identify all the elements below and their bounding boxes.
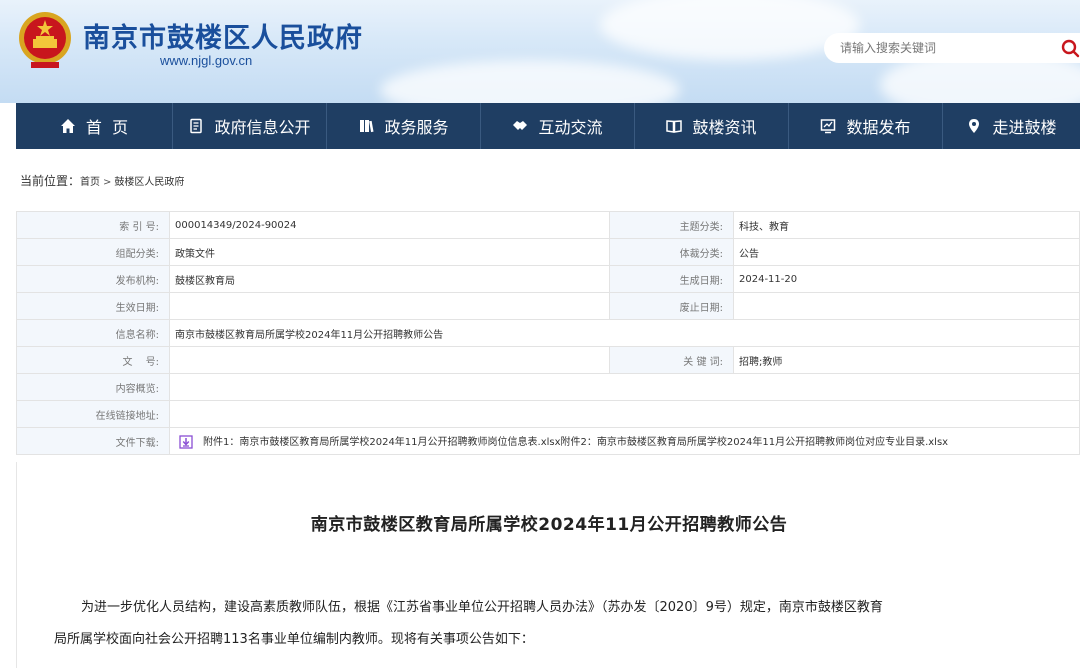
- article-paragraph-line: 为进一步优化人员结构，建设高素质教师队伍，根据《江苏省事业单位公开招聘人员办法》…: [81, 600, 883, 615]
- table-row: 在线链接地址:: [16, 400, 1080, 428]
- meta-label: 索 引 号:: [16, 211, 170, 239]
- location-pin-icon: [969, 119, 980, 133]
- breadcrumb: 当前位置：首页 > 鼓楼区人民政府: [20, 172, 184, 189]
- attachment-download-link[interactable]: 附件1：南京市鼓楼区教育局所属学校2024年11月公开招聘教师岗位信息表.xls…: [203, 437, 948, 448]
- table-row: 发布机构: 鼓楼区教育局 生成日期: 2024-11-20: [16, 265, 1080, 293]
- meta-label: 主题分类:: [609, 211, 734, 239]
- meta-online-link: [169, 400, 1080, 428]
- nav-item-label: 政府信息公开: [214, 118, 311, 137]
- nav-item-interaction[interactable]: 互动交流: [481, 103, 635, 149]
- meta-info-name: 南京市鼓楼区教育局所属学校2024年11月公开招聘教师公告: [169, 319, 1080, 347]
- chart-monitor-icon: [821, 119, 836, 134]
- nav-item-label: 政务服务: [384, 118, 449, 137]
- breadcrumb-label: 当前位置：: [20, 174, 81, 188]
- nav-item-about[interactable]: 走进鼓楼: [943, 103, 1080, 149]
- nav-item-label: 首 页: [85, 118, 129, 137]
- nav-item-label: 走进鼓楼: [992, 118, 1057, 137]
- header-cloud-decoration: [600, 0, 860, 60]
- nav-item-label: 鼓楼资讯: [692, 118, 757, 137]
- meta-label: 信息名称:: [16, 319, 170, 347]
- nav-item-gov-info[interactable]: 政府信息公开: [173, 103, 327, 149]
- breadcrumb-separator: >: [103, 177, 112, 188]
- nav-item-news[interactable]: 鼓楼资讯: [635, 103, 789, 149]
- document-icon: [190, 118, 203, 134]
- meta-label: 体裁分类:: [609, 238, 734, 266]
- table-row: 文 号: 关 键 词: 招聘;教师: [16, 346, 1080, 374]
- meta-label: 内容概览:: [16, 373, 170, 401]
- table-row: 信息名称: 南京市鼓楼区教育局所属学校2024年11月公开招聘教师公告: [16, 319, 1080, 347]
- breadcrumb-home-link[interactable]: 首页: [80, 177, 100, 188]
- meta-expire-date: [733, 292, 1080, 320]
- search-icon[interactable]: [1060, 38, 1080, 58]
- meta-label: 文 号:: [16, 346, 170, 374]
- article-title: 南京市鼓楼区教育局所属学校2024年11月公开招聘教师公告: [310, 515, 788, 535]
- handshake-icon: [513, 121, 528, 130]
- meta-label: 在线链接地址:: [16, 400, 170, 428]
- nav-item-home[interactable]: 首 页: [16, 103, 173, 149]
- meta-index-no: 000014349/2024-90024: [169, 211, 610, 239]
- meta-label: 生成日期:: [609, 265, 734, 293]
- meta-publisher: 鼓楼区教育局: [169, 265, 610, 293]
- table-row: 文件下载: 附件1：南京市鼓楼区教育局所属学校2024年11月公开招聘教师岗位信…: [16, 427, 1080, 455]
- table-row: 内容概览:: [16, 373, 1080, 401]
- meta-download-cell: 附件1：南京市鼓楼区教育局所属学校2024年11月公开招聘教师岗位信息表.xls…: [169, 427, 1080, 455]
- nav-item-label: 数据发布: [846, 118, 911, 137]
- site-header: 南京市鼓楼区人民政府 www.njgl.gov.cn: [0, 0, 1080, 103]
- search-box: [824, 33, 1080, 63]
- meta-doc-no: [169, 346, 610, 374]
- table-row: 组配分类: 政策文件 体裁分类: 公告: [16, 238, 1080, 266]
- nav-item-label: 互动交流: [538, 118, 603, 137]
- table-row: 生效日期: 废止日期:: [16, 292, 1080, 320]
- main-nav: 首 页 政府信息公开 政务服务 互动交流 鼓楼资讯 数据发布 走进鼓楼: [16, 103, 1080, 149]
- site-title[interactable]: 南京市鼓楼区人民政府: [83, 16, 363, 55]
- open-book-icon: [666, 120, 683, 133]
- article-paragraph-line: 局所属学校面向社会公开招聘113名事业单位编制内教师。现将有关事项公告如下：: [54, 632, 534, 647]
- meta-genre: 公告: [733, 238, 1080, 266]
- header-cloud-decoration: [380, 60, 680, 103]
- meta-effective-date: [169, 292, 610, 320]
- meta-summary: [169, 373, 1080, 401]
- book-icon: [360, 120, 375, 133]
- site-url[interactable]: www.njgl.gov.cn: [160, 53, 252, 68]
- article-body: 南京市鼓楼区教育局所属学校2024年11月公开招聘教师公告 为进一步优化人员结构…: [16, 462, 1080, 668]
- download-icon[interactable]: [179, 435, 193, 449]
- search-input[interactable]: [838, 40, 1042, 56]
- home-icon: [60, 119, 75, 133]
- meta-label: 废止日期:: [609, 292, 734, 320]
- national-emblem-icon: [19, 12, 71, 68]
- meta-label: 关 键 词:: [609, 346, 734, 374]
- meta-label: 文件下载:: [16, 427, 170, 455]
- document-meta-table: 索 引 号: 000014349/2024-90024 主题分类: 科技、教育 …: [16, 211, 1080, 455]
- meta-keywords: 招聘;教师: [733, 346, 1080, 374]
- meta-label: 组配分类:: [16, 238, 170, 266]
- nav-item-data[interactable]: 数据发布: [789, 103, 943, 149]
- table-row: 索 引 号: 000014349/2024-90024 主题分类: 科技、教育: [16, 211, 1080, 239]
- meta-label: 生效日期:: [16, 292, 170, 320]
- breadcrumb-current-link[interactable]: 鼓楼区人民政府: [114, 177, 184, 188]
- meta-created-date: 2024-11-20: [733, 265, 1080, 293]
- meta-topic: 科技、教育: [733, 211, 1080, 239]
- meta-org-category: 政策文件: [169, 238, 610, 266]
- meta-label: 发布机构:: [16, 265, 170, 293]
- nav-item-gov-service[interactable]: 政务服务: [327, 103, 481, 149]
